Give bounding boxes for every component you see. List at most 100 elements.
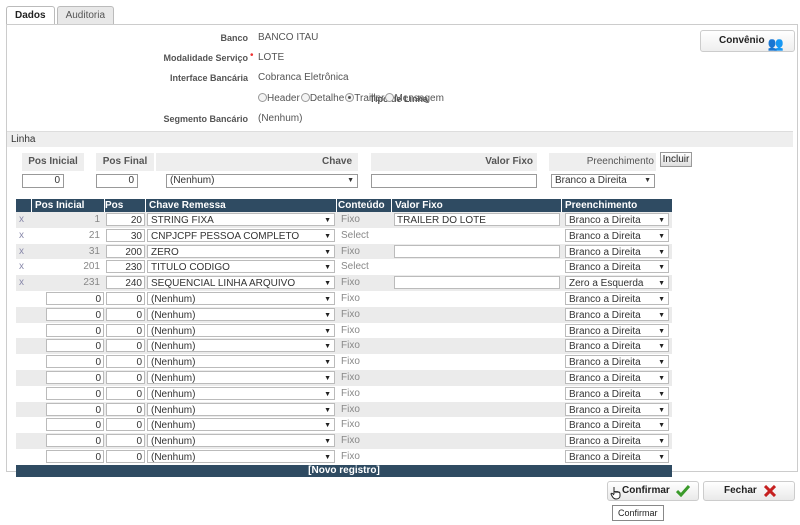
pos-final-input[interactable]: 230 bbox=[106, 260, 145, 274]
pos-final-input[interactable]: 0 bbox=[106, 386, 145, 400]
conteudo-cell: Fixo bbox=[341, 277, 360, 289]
chave-remessa-select[interactable]: (Nenhum) ▼ bbox=[147, 307, 335, 321]
chave-select[interactable]: (Nenhum) ▼ bbox=[166, 174, 358, 188]
pos-final-input[interactable]: 240 bbox=[106, 276, 145, 290]
pos-final-input[interactable]: 0 bbox=[106, 307, 145, 321]
chave-remessa-select[interactable]: (Nenhum) ▼ bbox=[147, 386, 335, 400]
preenchimento-select[interactable]: Branco a Direita ▼ bbox=[565, 434, 669, 448]
preenchimento-select[interactable]: Branco a Direita ▼ bbox=[565, 291, 669, 305]
pos-final-input[interactable]: 30 bbox=[106, 228, 145, 242]
chave-remessa-select[interactable]: (Nenhum) ▼ bbox=[147, 339, 335, 353]
radio-trailler[interactable] bbox=[345, 93, 355, 102]
radio-detalhe[interactable] bbox=[300, 93, 310, 102]
preenchimento-select[interactable]: Branco a Direita ▼ bbox=[565, 228, 669, 242]
pos-final-input[interactable]: 0 bbox=[106, 449, 145, 463]
chave-remessa-select[interactable]: ZERO ▼ bbox=[147, 244, 335, 258]
preenchimento-value: Branco a Direita bbox=[569, 357, 641, 369]
pos-inicial-input[interactable]: 0 bbox=[46, 307, 104, 321]
pos-final-input[interactable]: 200 bbox=[106, 244, 145, 258]
chave-remessa-select[interactable]: (Nenhum) ▼ bbox=[147, 449, 335, 463]
pos-final-input[interactable]: 0 bbox=[106, 355, 145, 369]
preenchimento-value: Branco a Direita bbox=[569, 436, 641, 448]
chave-remessa-select[interactable]: (Nenhum) ▼ bbox=[147, 370, 335, 384]
preenchimento-select[interactable]: Branco a Direita ▼ bbox=[565, 260, 669, 274]
pos-final-input[interactable]: 0 bbox=[106, 418, 145, 432]
pos-inicial-input[interactable]: 0 bbox=[46, 386, 104, 400]
pos-inicial-input[interactable]: 0 bbox=[46, 370, 104, 384]
preenchimento-select[interactable]: Branco a Direita ▼ bbox=[565, 213, 669, 226]
preenchimento-select[interactable]: Branco a Direita ▼ bbox=[565, 402, 669, 416]
preenchimento-select[interactable]: Branco a Direita ▼ bbox=[565, 307, 669, 321]
chevron-down-icon: ▼ bbox=[324, 232, 331, 240]
preenchimento-select[interactable]: Branco a Direita ▼ bbox=[565, 418, 669, 432]
chevron-down-icon: ▼ bbox=[658, 264, 665, 272]
pos-inicial-input[interactable]: 0 bbox=[46, 355, 104, 369]
chave-remessa-select[interactable]: (Nenhum) ▼ bbox=[147, 402, 335, 416]
pos-inicial-input[interactable]: 0 bbox=[46, 434, 104, 448]
pos-inicial-input[interactable]: 0 bbox=[46, 291, 104, 305]
chave-remessa-select[interactable]: (Nenhum) ▼ bbox=[147, 418, 335, 432]
pos-final-input[interactable]: 0 bbox=[106, 339, 145, 353]
preenchimento-select[interactable]: Branco a Direita ▼ bbox=[565, 449, 669, 463]
chave-remessa-select[interactable]: (Nenhum) ▼ bbox=[147, 291, 335, 305]
chave-remessa-select[interactable]: (Nenhum) ▼ bbox=[147, 355, 335, 369]
preenchimento-select[interactable]: Branco a Direita ▼ bbox=[565, 386, 669, 400]
pos-final-input[interactable]: 0 bbox=[106, 370, 145, 384]
fechar-button[interactable]: Fechar bbox=[703, 481, 795, 501]
valor-fixo-input[interactable] bbox=[394, 244, 560, 258]
chevron-down-icon: ▼ bbox=[324, 422, 331, 430]
chave-remessa-value: (Nenhum) bbox=[151, 325, 196, 337]
chevron-down-icon: ▼ bbox=[324, 280, 331, 288]
preenchimento-select[interactable]: Branco a Direita ▼ bbox=[565, 323, 669, 337]
pos-final-input[interactable]: 0 bbox=[106, 323, 145, 337]
chave-remessa-value: (Nenhum) bbox=[151, 388, 196, 400]
preenchimento-select[interactable]: Branco a Direita ▼ bbox=[565, 355, 669, 369]
chave-remessa-select[interactable]: CNPJCPF PESSOA COMPLETO ▼ bbox=[147, 228, 335, 242]
pos-final-input[interactable]: 0 bbox=[106, 434, 145, 448]
pos-inicial-input[interactable]: 0 bbox=[46, 339, 104, 353]
convenio-button[interactable]: Convênio 👥 bbox=[700, 30, 795, 52]
preenchimento-select[interactable]: Branco a Direita ▼ bbox=[565, 339, 669, 353]
pos-final-input[interactable]: 0 bbox=[96, 174, 138, 188]
valor-fixo-input[interactable] bbox=[371, 174, 537, 188]
radio-header[interactable] bbox=[258, 93, 267, 102]
chave-remessa-select[interactable]: (Nenhum) ▼ bbox=[147, 434, 335, 448]
confirmar-tooltip: Confirmar bbox=[612, 505, 664, 521]
tab-auditoria[interactable]: Auditoria bbox=[56, 6, 115, 24]
banco-label: Banco bbox=[220, 33, 248, 43]
chave-remessa-value: (Nenhum) bbox=[151, 404, 196, 416]
preenchimento-select[interactable]: Zero a Esquerda ▼ bbox=[565, 276, 669, 290]
delete-row-icon[interactable]: x bbox=[19, 276, 29, 289]
valor-fixo-input[interactable] bbox=[394, 276, 560, 290]
pos-final-input[interactable]: 0 bbox=[106, 402, 145, 416]
pos-inicial-input[interactable]: 0 bbox=[46, 323, 104, 337]
delete-row-icon[interactable]: x bbox=[19, 229, 29, 242]
pos-inicial-input[interactable]: 0 bbox=[22, 174, 64, 188]
conteudo-cell: Select bbox=[341, 229, 369, 241]
delete-row-icon[interactable]: x bbox=[19, 213, 29, 226]
novo-registro-link[interactable]: [Novo registro] bbox=[16, 464, 672, 477]
conteudo-cell: Fixo bbox=[341, 308, 360, 320]
delete-row-icon[interactable]: x bbox=[19, 260, 29, 273]
preenchimento-select[interactable]: Branco a Direita ▼ bbox=[565, 244, 669, 258]
pos-final-input[interactable]: 0 bbox=[106, 291, 145, 305]
preenchimento-select[interactable]: Branco a Direita ▼ bbox=[565, 370, 669, 384]
preenchimento-select[interactable]: Branco a Direita ▼ bbox=[551, 174, 655, 188]
chave-remessa-select[interactable]: (Nenhum) ▼ bbox=[147, 323, 335, 337]
conteudo-cell: Select bbox=[341, 261, 369, 273]
preenchimento-value: Branco a Direita bbox=[569, 262, 641, 274]
chave-remessa-select[interactable]: SEQUENCIAL LINHA ARQUIVO ▼ bbox=[147, 276, 335, 290]
people-icon: 👥 bbox=[767, 36, 784, 51]
chave-remessa-select[interactable]: STRING FIXA ▼ bbox=[147, 213, 335, 226]
pos-inicial-input[interactable]: 0 bbox=[46, 402, 104, 416]
tab-dados[interactable]: Dados bbox=[6, 6, 55, 25]
delete-row-icon[interactable]: x bbox=[19, 245, 29, 258]
pos-final-input[interactable]: 20 bbox=[106, 213, 145, 226]
pos-inicial-input[interactable]: 0 bbox=[46, 449, 104, 463]
valor-fixo-input[interactable]: TRAILER DO LOTE bbox=[394, 213, 560, 226]
pos-inicial-input[interactable]: 0 bbox=[46, 418, 104, 432]
incluir-button[interactable]: Incluir bbox=[660, 152, 692, 167]
confirmar-button[interactable]: Confirmar bbox=[607, 481, 699, 501]
grid-header-pos-final: Pos Final bbox=[105, 199, 146, 224]
chave-remessa-select[interactable]: TITULO CODIGO ▼ bbox=[147, 260, 335, 274]
